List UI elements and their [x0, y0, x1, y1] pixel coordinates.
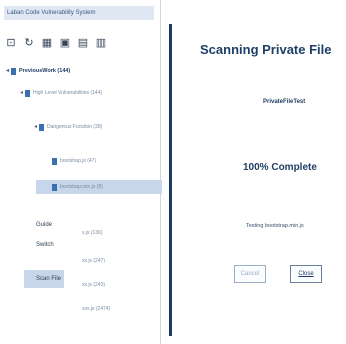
- cancel-button[interactable]: Cancel: [234, 265, 266, 283]
- status-text: Testing bootstrap.min.js: [246, 223, 304, 229]
- save-icon[interactable]: ▦: [40, 34, 54, 50]
- left-panel: Laban Code Vulnerability System ⊡ ↻ ▦ ▣ …: [0, 0, 162, 344]
- file-icon: [52, 157, 57, 165]
- dialog-title: Scanning Private File: [200, 42, 332, 57]
- collapse-icon[interactable]: ◂: [20, 86, 23, 100]
- tree-item-label: x.js (136): [82, 230, 103, 236]
- tree-level2[interactable]: ◂ Dangerous Function (28): [34, 120, 102, 134]
- toolbar: ⊡ ↻ ▦ ▣ ▤ ▥: [4, 34, 154, 54]
- refresh-icon[interactable]: ↻: [22, 34, 36, 50]
- folder-icon: [39, 123, 45, 131]
- tree-item[interactable]: xxx.js (2474): [82, 302, 110, 316]
- menu-item-scan-file[interactable]: Scan File: [24, 270, 64, 288]
- tree-item-label: xx.js (247): [82, 258, 106, 264]
- tree-level2-label: Dangerous Function (28): [47, 124, 103, 130]
- tree-item-selected[interactable]: bootstrap.min.js (8): [36, 180, 162, 194]
- folder-icon: [11, 67, 17, 75]
- tree-root-label: PreviousWork (144): [19, 68, 71, 74]
- menu-item-guide[interactable]: Guide: [24, 216, 64, 234]
- context-menu: Guide Switch Scan File: [24, 212, 68, 296]
- progress-text: 100% Complete: [243, 162, 317, 173]
- tree-root[interactable]: ◂ PreviousWork (144): [6, 64, 70, 78]
- tree-level1-label: High Level Vulnerabilities (144): [33, 90, 103, 96]
- panel-divider: [169, 24, 172, 336]
- tree-item-label: xx.js (243): [82, 282, 106, 288]
- file-icon: [52, 183, 57, 191]
- tree-item[interactable]: xx.js (243): [82, 278, 105, 292]
- tree-item-label: bootstrap.js (47): [60, 158, 97, 164]
- folder-icon: [25, 89, 31, 97]
- tree-item-label: bootstrap.min.js (8): [60, 184, 103, 190]
- tree-item[interactable]: bootstrap.js (47): [52, 154, 96, 168]
- tree-item[interactable]: xx.js (247): [82, 254, 105, 268]
- export-icon[interactable]: ▥: [94, 34, 108, 50]
- tree-level1[interactable]: ◂ High Level Vulnerabilities (144): [20, 86, 102, 100]
- report-icon[interactable]: ▤: [76, 34, 90, 50]
- collapse-icon[interactable]: ◂: [6, 64, 9, 78]
- grid-icon[interactable]: ▣: [58, 34, 72, 50]
- file-name: PrivateFileTest: [263, 99, 306, 105]
- close-button[interactable]: Close: [290, 265, 322, 283]
- open-icon[interactable]: ⊡: [4, 34, 18, 50]
- tree-item[interactable]: x.js (136): [82, 226, 103, 240]
- tree-item-label: xxx.js (2474): [82, 306, 111, 312]
- menu-item-switch[interactable]: Switch: [24, 236, 64, 254]
- app-title: Laban Code Vulnerability System: [4, 6, 154, 20]
- collapse-icon[interactable]: ◂: [34, 120, 37, 134]
